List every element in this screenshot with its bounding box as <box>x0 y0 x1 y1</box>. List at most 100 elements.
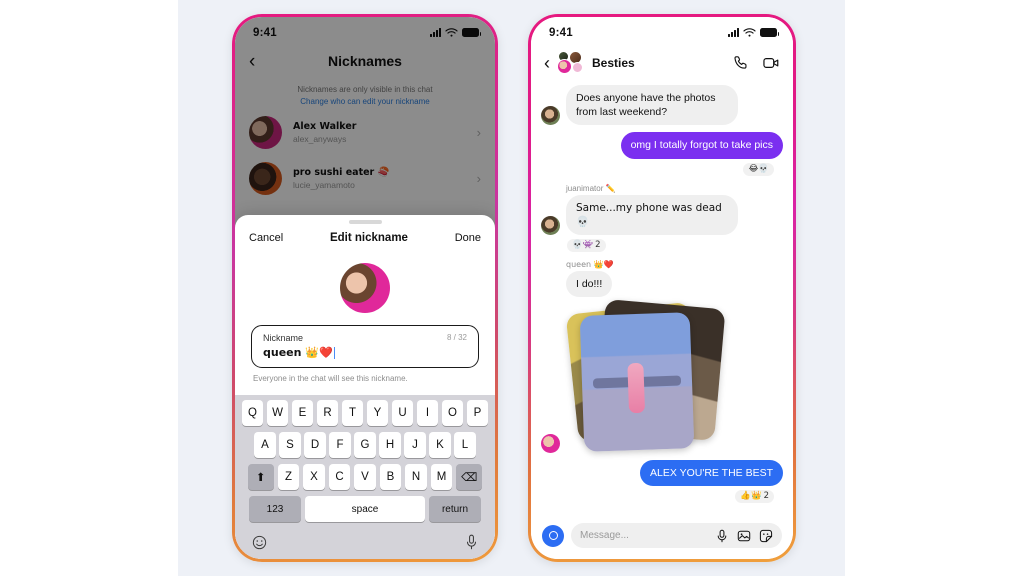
microphone-icon[interactable] <box>465 534 478 550</box>
back-chevron-icon[interactable]: ‹ <box>544 54 550 72</box>
key-return[interactable]: return <box>429 496 481 522</box>
onscreen-keyboard: QWERTYUIOP ASDFGHJKL ⬆ Z X C V B N M ⌫ 123 space… <box>235 395 495 559</box>
status-bar-right: 9:41 <box>531 17 793 44</box>
done-button[interactable]: Done <box>455 232 481 244</box>
avatar <box>541 215 560 235</box>
chevron-right-icon[interactable]: › <box>477 125 481 140</box>
status-icons <box>430 27 481 38</box>
reaction-row: 💀👾 2 <box>566 237 783 253</box>
camera-circle-icon[interactable] <box>542 524 564 547</box>
key-b[interactable]: B <box>379 464 402 490</box>
video-camera-icon[interactable] <box>762 54 780 72</box>
nickname-input[interactable]: Nickname queen 👑❤️ 8 / 32 <box>251 325 479 368</box>
key-s[interactable]: S <box>279 432 301 458</box>
member-row-sushi[interactable]: pro sushi eater 🍣 lucie_yamamoto › <box>235 155 495 201</box>
avatar <box>249 115 282 149</box>
key-m[interactable]: M <box>430 464 453 490</box>
message-bubble[interactable]: Does anyone have the photos from last we… <box>566 85 738 126</box>
reaction-row: 👍👑 2 <box>541 489 775 505</box>
status-time: 9:41 <box>253 26 277 39</box>
chevron-right-icon[interactable]: › <box>477 171 481 186</box>
message-row: omg I totally forgot to take pics <box>541 132 783 159</box>
key-space[interactable]: space <box>305 496 425 522</box>
key-backspace[interactable]: ⌫ <box>456 464 483 490</box>
key-l[interactable]: L <box>454 432 476 458</box>
microphone-icon[interactable] <box>715 529 729 543</box>
key-w[interactable]: W <box>266 400 289 426</box>
reaction-emojis: 👍👑 <box>740 491 762 502</box>
key-a[interactable]: A <box>254 432 276 458</box>
keyboard-row-1: QWERTYUIOP <box>238 400 492 426</box>
chat-title: Besties <box>592 56 635 70</box>
nickname-input-value: queen 👑❤️ <box>263 346 467 359</box>
key-123[interactable]: 123 <box>249 496 301 522</box>
nicknames-subtitle-text: Nicknames are only visible in this chat <box>297 85 433 94</box>
member-text: pro sushi eater 🍣 lucie_yamamoto <box>293 167 466 190</box>
message-bubble[interactable]: Same...my phone was dead 💀 <box>566 194 738 235</box>
nickname-helper-text: Everyone in the chat will see this nickn… <box>253 374 408 383</box>
avatar <box>249 161 282 195</box>
nicknames-subtitle: Nicknames are only visible in this chat … <box>235 78 495 109</box>
header-actions <box>732 54 780 72</box>
key-q[interactable]: Q <box>241 400 264 426</box>
reaction-badge[interactable]: 💀👾 2 <box>566 237 607 253</box>
sheet-header: Cancel Edit nickname Done <box>235 224 495 254</box>
cellular-signal-icon <box>728 28 739 37</box>
key-u[interactable]: U <box>391 400 414 426</box>
image-icon[interactable] <box>737 529 751 543</box>
key-shift[interactable]: ⬆ <box>247 464 274 490</box>
sticker-icon[interactable] <box>759 529 773 543</box>
message-composer: Message... <box>531 515 793 559</box>
sender-label: queen 👑❤️ <box>566 259 614 269</box>
message-bubble[interactable]: I do!!! <box>566 270 613 298</box>
key-f[interactable]: F <box>329 432 351 458</box>
battery-icon <box>462 28 481 37</box>
group-avatar-cluster[interactable] <box>557 51 585 75</box>
key-v[interactable]: V <box>354 464 376 490</box>
change-who-can-edit-link[interactable]: Change who can edit your nickname <box>259 96 471 108</box>
nickname-text: queen 👑❤️ <box>263 346 333 359</box>
key-n[interactable]: N <box>405 464 427 490</box>
reaction-count: 2 <box>595 239 601 250</box>
keyboard-row-3: ⬆ Z X C V B N M ⌫ <box>238 464 492 490</box>
keyboard-bottom-bar <box>238 528 492 559</box>
message-list[interactable]: Does anyone have the photos from last we… <box>531 83 793 515</box>
key-o[interactable]: O <box>441 400 464 426</box>
key-k[interactable]: K <box>429 432 451 458</box>
member-row-alex[interactable]: Alex Walker alex_anyways › <box>235 109 495 155</box>
right-phone-screen: 9:41 ‹ Besties Does anyone have the phot… <box>531 17 793 559</box>
photo-thumbnail[interactable] <box>579 312 695 453</box>
key-y[interactable]: Y <box>366 400 389 426</box>
key-e[interactable]: E <box>291 400 314 426</box>
key-d[interactable]: D <box>304 432 326 458</box>
system-note: You changed the nickname for Alex Walker… <box>541 511 783 515</box>
screenshot-root: 9:41 ‹ Nicknames Nicknames are only visi… <box>0 0 1024 576</box>
key-x[interactable]: X <box>303 464 325 490</box>
key-c[interactable]: C <box>328 464 351 490</box>
message-placeholder: Message... <box>580 530 629 541</box>
message-bubble[interactable]: ALEX YOU'RE THE BEST <box>640 460 783 487</box>
message-row: ALEX YOU'RE THE BEST <box>541 460 783 487</box>
key-z[interactable]: Z <box>277 464 300 490</box>
key-g[interactable]: G <box>354 432 376 458</box>
reaction-badge[interactable]: 👍👑 2 <box>734 489 775 505</box>
member-name: pro sushi eater 🍣 <box>293 166 390 178</box>
phone-icon[interactable] <box>732 54 750 72</box>
reaction-badge[interactable]: 😂💀 <box>742 161 775 177</box>
message-input[interactable]: Message... <box>571 523 782 548</box>
key-r[interactable]: R <box>316 400 339 426</box>
key-p[interactable]: P <box>466 400 489 426</box>
key-h[interactable]: H <box>379 432 401 458</box>
cancel-button[interactable]: Cancel <box>249 232 283 244</box>
photo-attachment-stack[interactable] <box>565 299 726 454</box>
sheet-avatar-wrap <box>235 254 495 325</box>
emoji-icon[interactable] <box>252 535 267 550</box>
key-t[interactable]: T <box>341 400 364 426</box>
message-bubble[interactable]: omg I totally forgot to take pics <box>620 132 783 159</box>
reaction-row: 😂💀 <box>541 161 775 177</box>
key-j[interactable]: J <box>404 432 426 458</box>
key-i[interactable]: I <box>416 400 439 426</box>
chat-screen: 9:41 ‹ Besties Does anyone have the phot… <box>531 17 793 559</box>
member-handle: lucie_yamamoto <box>293 179 355 190</box>
message-row: Same...my phone was dead 💀 <box>541 194 783 235</box>
